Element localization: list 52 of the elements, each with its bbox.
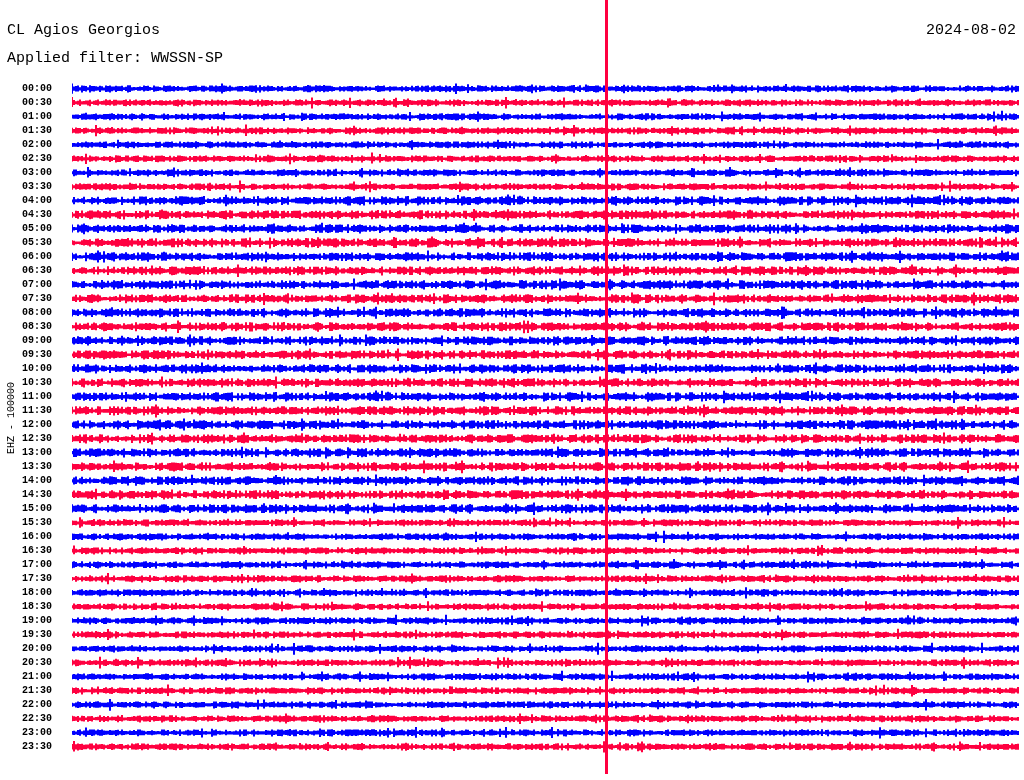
time-label: 15:00	[22, 502, 53, 516]
time-label: 23:00	[22, 726, 53, 740]
axis-label: EHZ - 100000	[5, 382, 17, 454]
time-label: 09:00	[22, 334, 53, 348]
time-label: 09:30	[22, 348, 53, 362]
time-label: 22:00	[22, 698, 53, 712]
time-label: 18:00	[22, 586, 53, 600]
time-label: 14:30	[22, 488, 53, 502]
filter-label: Applied filter: WWSSN-SP	[7, 50, 224, 67]
time-label: 21:30	[22, 684, 53, 698]
time-label: 19:30	[22, 628, 53, 642]
time-label: 16:00	[22, 530, 53, 544]
time-label: 10:30	[22, 376, 53, 390]
time-label: 15:30	[22, 516, 53, 530]
time-label: 02:00	[22, 138, 53, 152]
time-label: 20:00	[22, 642, 53, 656]
time-label: 13:00	[22, 446, 53, 460]
time-label: 01:30	[22, 124, 53, 138]
time-label: 20:30	[22, 656, 53, 670]
time-label: 00:00	[22, 82, 53, 96]
time-label: 05:00	[22, 222, 53, 236]
time-label: 21:00	[22, 670, 53, 684]
time-label: 19:00	[22, 614, 53, 628]
time-label: 11:00	[22, 390, 53, 404]
time-label: 06:30	[22, 264, 53, 278]
time-label: 17:30	[22, 572, 53, 586]
time-label: 11:30	[22, 404, 53, 418]
time-label: 04:30	[22, 208, 53, 222]
time-label: 06:00	[22, 250, 53, 264]
time-label: 00:30	[22, 96, 53, 110]
station-title: CL Agios Georgios	[7, 21, 161, 41]
time-label: 04:00	[22, 194, 53, 208]
time-label: 16:30	[22, 544, 53, 558]
time-label: 22:30	[22, 712, 53, 726]
time-label: 12:30	[22, 432, 53, 446]
time-label: 01:00	[22, 110, 53, 124]
time-label: 08:30	[22, 320, 53, 334]
time-label: 08:00	[22, 306, 53, 320]
time-label: 12:00	[22, 418, 53, 432]
time-label: 03:30	[22, 180, 53, 194]
time-label: 17:00	[22, 558, 53, 572]
time-label: 18:30	[22, 600, 53, 614]
time-label: 02:30	[22, 152, 53, 166]
time-label: 14:00	[22, 474, 53, 488]
date-label: 2024-08-02	[926, 21, 1016, 41]
time-label: 05:30	[22, 236, 53, 250]
time-label: 03:00	[22, 166, 53, 180]
time-label: 10:00	[22, 362, 53, 376]
time-label: 23:30	[22, 740, 53, 754]
time-label: 07:00	[22, 278, 53, 292]
time-label: 07:30	[22, 292, 53, 306]
time-label: 13:30	[22, 460, 53, 474]
